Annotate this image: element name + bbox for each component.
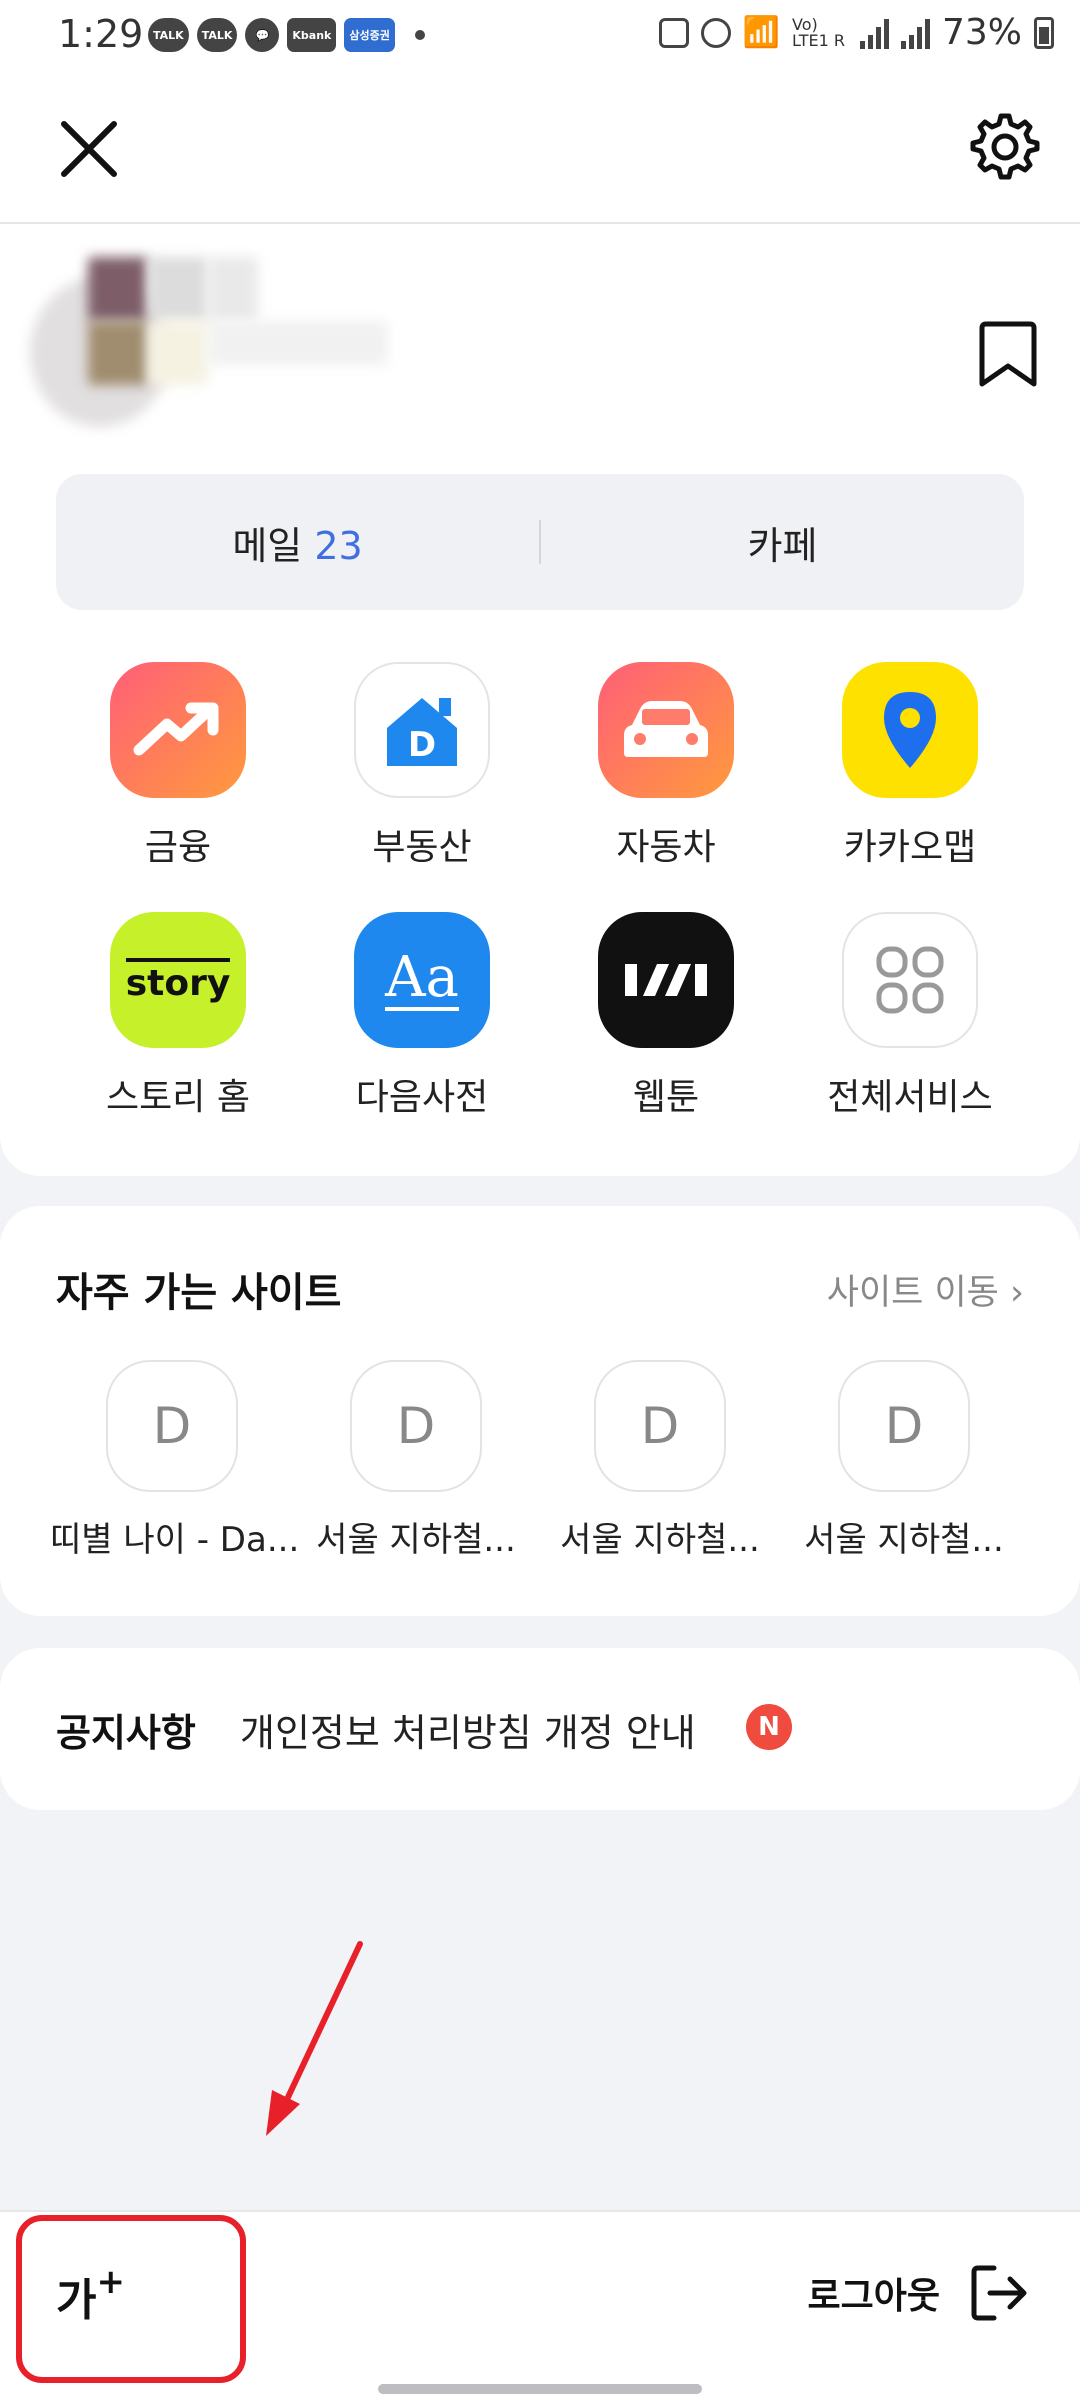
- site-label: 서울 지하철...: [560, 1520, 760, 1560]
- site-favicon-icon: D: [838, 1360, 970, 1492]
- account-panel: 메일 23 카페 금융 D 부동산 자동차 카카오맵 story 스토리 홈 A…: [0, 72, 1080, 1176]
- wifi-icon: 📶: [742, 15, 780, 50]
- kbank-notification-icon: Kbank: [287, 18, 337, 52]
- annotation-highlight-box: [16, 2215, 246, 2383]
- mail-cafe-tabs: 메일 23 카페: [56, 474, 1024, 610]
- frequent-sites-card: 자주 가는 사이트 사이트 이동 › D 띠별 나이 - Da... D 서울 …: [0, 1206, 1080, 1616]
- notification-icons: TALK TALK 💬 Kbank 삼성증권: [148, 18, 425, 52]
- notice-title: 공지사항: [56, 1711, 196, 1755]
- dictionary-icon-text: Aa: [385, 945, 459, 1011]
- carrier-label: Vo) LTE1 R: [791, 14, 845, 50]
- frequent-site-item[interactable]: D 서울 지하철...: [782, 1360, 1026, 1561]
- battery-percent: 73%: [941, 12, 1022, 53]
- recycle-icon: [658, 17, 689, 48]
- service-all[interactable]: 전체서비스: [788, 912, 1032, 1120]
- site-favicon-icon: D: [350, 1360, 482, 1492]
- service-story-home[interactable]: story 스토리 홈: [56, 912, 300, 1120]
- site-move-link[interactable]: 사이트 이동 ›: [827, 1264, 1024, 1315]
- service-label: 카카오맵: [843, 827, 977, 868]
- talk-notification-icon: TALK: [196, 18, 238, 52]
- service-label: 자동차: [616, 827, 716, 868]
- site-label: 띠별 나이 - Da...: [50, 1520, 300, 1560]
- frequent-site-item[interactable]: D 띠별 나이 - Da...: [50, 1360, 300, 1561]
- svg-text:D: D: [408, 725, 436, 765]
- gear-icon[interactable]: [970, 112, 1040, 182]
- home-indicator[interactable]: [378, 2384, 702, 2394]
- site-label: 서울 지하철...: [804, 1520, 1004, 1560]
- new-badge: N: [746, 1704, 792, 1750]
- talk-notification-icon: TALK: [148, 18, 189, 52]
- service-label: 금융: [144, 827, 212, 868]
- notice-text: 개인정보 처리방침 개정 안내: [240, 1711, 696, 1755]
- logout-button[interactable]: 로그아웃: [808, 2262, 1030, 2324]
- signal-icon-2: [900, 17, 930, 49]
- status-right: 📶 Vo) LTE1 R 73%: [658, 12, 1054, 53]
- mail-tab[interactable]: 메일 23: [56, 515, 539, 570]
- samsung-securities-notification-icon: 삼성증권: [344, 18, 395, 52]
- realestate-house-icon: D: [354, 662, 490, 798]
- more-notifications-dot: [414, 30, 425, 40]
- site-label: 서울 지하철...: [316, 1520, 516, 1560]
- signal-icon: [859, 17, 889, 49]
- mail-count: 23: [314, 523, 363, 568]
- battery-icon: [1034, 16, 1054, 49]
- webtoon-icon: [598, 912, 734, 1048]
- notice-card[interactable]: 공지사항 개인정보 처리방침 개정 안내 N: [0, 1648, 1080, 1810]
- cafe-tab[interactable]: 카페: [541, 515, 1024, 570]
- alarm-icon: [700, 17, 731, 48]
- service-label: 스토리 홈: [106, 1077, 250, 1118]
- map-pin-icon: [842, 662, 978, 798]
- service-label: 다음사전: [355, 1077, 489, 1118]
- panel-header: [0, 72, 1080, 224]
- service-webtoon[interactable]: 웹툰: [544, 912, 788, 1120]
- service-car[interactable]: 자동차: [544, 662, 788, 870]
- site-favicon-icon: D: [106, 1360, 238, 1492]
- service-finance[interactable]: 금융: [56, 662, 300, 870]
- chat-notification-icon: 💬: [245, 18, 280, 52]
- status-bar: 1:29 TALK TALK 💬 Kbank 삼성증권 📶 Vo) LTE1 R…: [0, 0, 1080, 72]
- dictionary-icon: Aa: [354, 912, 490, 1048]
- annotation-arrow: [266, 1941, 363, 2136]
- close-icon[interactable]: [56, 116, 122, 182]
- service-realestate[interactable]: D 부동산: [300, 662, 544, 870]
- frequent-sites-title: 자주 가는 사이트: [56, 1270, 342, 1316]
- all-services-icon: [842, 912, 978, 1048]
- frequent-site-item[interactable]: D 서울 지하철...: [538, 1360, 782, 1561]
- frequent-site-item[interactable]: D 서울 지하철...: [294, 1360, 538, 1561]
- logout-icon: [971, 2265, 1027, 2321]
- car-icon: [598, 662, 734, 798]
- status-time: 1:29: [58, 12, 144, 56]
- bookmark-icon[interactable]: [976, 318, 1040, 390]
- finance-trend-icon: [110, 662, 246, 798]
- story-icon-text: story: [125, 958, 231, 1002]
- logout-label: 로그아웃: [807, 2276, 940, 2317]
- service-label: 웹툰: [632, 1077, 700, 1118]
- service-label: 전체서비스: [827, 1077, 993, 1118]
- service-kakaomap[interactable]: 카카오맵: [788, 662, 1032, 870]
- mail-label: 메일: [232, 523, 303, 568]
- site-favicon-icon: D: [594, 1360, 726, 1492]
- story-icon: story: [110, 912, 246, 1048]
- profile-avatar-blurred[interactable]: [30, 257, 570, 457]
- service-dictionary[interactable]: Aa 다음사전: [300, 912, 544, 1120]
- service-label: 부동산: [372, 827, 472, 868]
